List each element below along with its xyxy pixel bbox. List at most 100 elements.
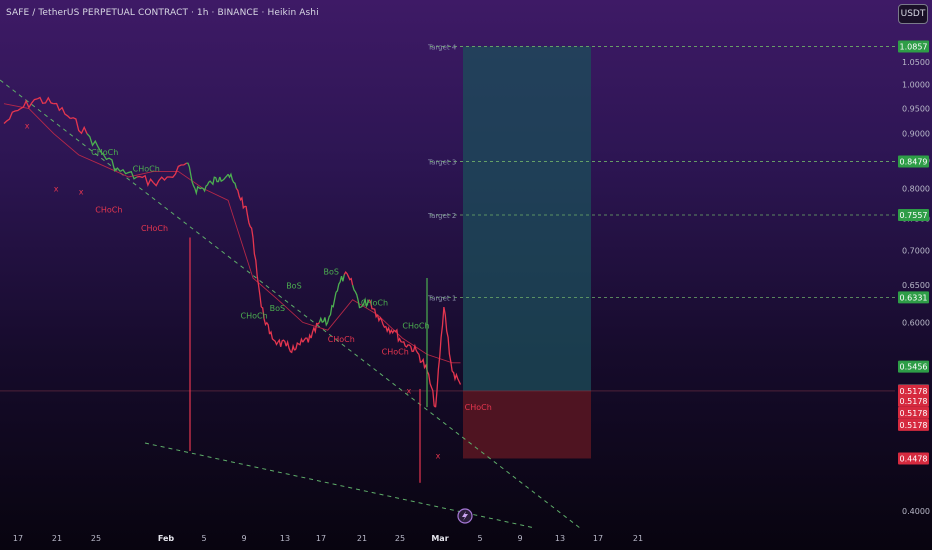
badge-text: 0.7557 — [900, 211, 928, 220]
price-segment — [202, 180, 212, 193]
annotation-label: CHoCh — [402, 322, 429, 331]
target-price-badge: 1.0857 — [898, 40, 929, 53]
price-segment — [186, 162, 196, 189]
annotation-label: CHoCh — [241, 311, 268, 320]
loss-zone — [463, 390, 591, 459]
price-segment — [219, 173, 229, 183]
price-badge: 0.5456 — [898, 360, 929, 373]
x-tick-label: 21 — [52, 534, 62, 543]
price-segment — [285, 339, 296, 354]
badge-text: 0.5178 — [900, 409, 928, 418]
price-segment — [451, 370, 462, 385]
price-segment — [343, 270, 354, 286]
chart-canvas[interactable]: Target 4 Target 3 Target 2 Target 1 CHoCh CH… — [0, 0, 932, 550]
price-segment — [277, 338, 287, 347]
price-segment — [252, 237, 262, 308]
price-segment — [70, 117, 88, 135]
target-price-badge: 0.6331 — [898, 291, 929, 304]
annotation-label: x — [54, 184, 59, 193]
lightning-icon[interactable] — [457, 508, 473, 524]
y-tick-label: 1.0500 — [902, 58, 930, 67]
price-segment — [335, 274, 345, 293]
x-tick-label: 13 — [280, 534, 290, 543]
badge-text: 0.5178 — [900, 421, 928, 430]
y-tick-label: 0.6000 — [902, 318, 930, 327]
annotation-label: CHoCh — [133, 164, 160, 173]
channel-line — [3, 103, 461, 364]
x-tick-label: 9 — [517, 534, 522, 543]
x-tick-label: 13 — [555, 534, 565, 543]
price-segment — [244, 205, 254, 238]
x-tick-label: 17 — [593, 534, 603, 543]
y-tick-label: 0.8000 — [902, 185, 930, 194]
y-tick-label: 0.9500 — [902, 105, 930, 114]
price-segment — [194, 185, 204, 196]
price-segment — [53, 102, 71, 119]
y-tick-label: 0.7000 — [902, 247, 930, 256]
annotation-label: CHoCh — [91, 148, 118, 157]
annotation-label: CHoCh — [95, 205, 122, 214]
price-segment — [327, 292, 337, 323]
annotation-label: BoS — [324, 268, 339, 277]
y-tick-label: 0.4000 — [902, 507, 930, 516]
y-tick-label: 0.6500 — [902, 281, 930, 290]
annotation-label: x — [436, 451, 441, 460]
annotation-label: CHoCh — [328, 335, 355, 344]
price-segment — [103, 154, 121, 172]
price-segment — [227, 172, 238, 189]
badge-text: 0.5178 — [900, 397, 928, 406]
annotation-label: CHoCh — [361, 299, 388, 308]
price-segment — [418, 354, 428, 372]
price-segment — [20, 98, 38, 110]
annotation-label: BoS — [286, 282, 301, 291]
annotation-label: CHoCh — [465, 403, 492, 412]
x-tick-label: 21 — [357, 534, 367, 543]
target-price-badge: 0.7557 — [898, 209, 929, 222]
price-segment — [302, 333, 312, 343]
badge-text: 0.5456 — [900, 363, 928, 372]
target-label: Target 3 — [427, 158, 456, 166]
x-tick-label: Feb — [158, 534, 175, 543]
price-segment — [211, 176, 221, 186]
badge-text: 0.4478 — [900, 454, 928, 463]
x-tick-label: 9 — [241, 534, 246, 543]
annotation-label: x — [407, 386, 412, 395]
target-label: Target 1 — [427, 294, 456, 302]
price-segment — [36, 96, 54, 105]
x-tick-label: 17 — [316, 534, 326, 543]
y-tick-label: 1.0000 — [902, 81, 930, 90]
badge-text: 0.6331 — [900, 293, 928, 302]
x-tick-label: 17 — [13, 534, 23, 543]
price-segment — [410, 343, 420, 355]
badge-text: 0.8479 — [900, 157, 928, 166]
price-segment — [3, 108, 21, 124]
price-segment — [434, 307, 445, 408]
annotation-label: BoS — [270, 304, 285, 313]
x-tick-label: 25 — [395, 534, 405, 543]
x-tick-label: 5 — [477, 534, 482, 543]
price-segment — [310, 321, 320, 339]
price-segment — [235, 188, 246, 210]
x-tick-label: 21 — [633, 534, 643, 543]
annotation-label: CHoCh — [141, 224, 168, 233]
y-tick-label: 0.9000 — [902, 130, 930, 139]
badge-text: 1.0857 — [900, 42, 928, 51]
target-price-badge: 0.8479 — [898, 155, 929, 168]
annotation-label: x — [79, 187, 84, 196]
price-segment — [426, 371, 437, 408]
target-label: Target 2 — [427, 212, 456, 220]
annotation-label: x — [25, 122, 30, 131]
badge-text: 0.5178 — [900, 387, 928, 396]
annotation-label: CHoCh — [382, 347, 409, 356]
price-segment — [136, 174, 154, 187]
x-tick-label: 25 — [91, 534, 101, 543]
target-label: Target 4 — [427, 43, 457, 51]
price-segment — [318, 316, 329, 327]
x-tick-label: Mar — [431, 534, 448, 543]
price-segment — [269, 330, 279, 346]
profit-zone — [463, 46, 591, 391]
x-tick-label: 5 — [201, 534, 206, 543]
price-segment — [294, 337, 304, 351]
price-badge: 0.4478 — [898, 452, 929, 465]
price-segment — [152, 176, 170, 187]
